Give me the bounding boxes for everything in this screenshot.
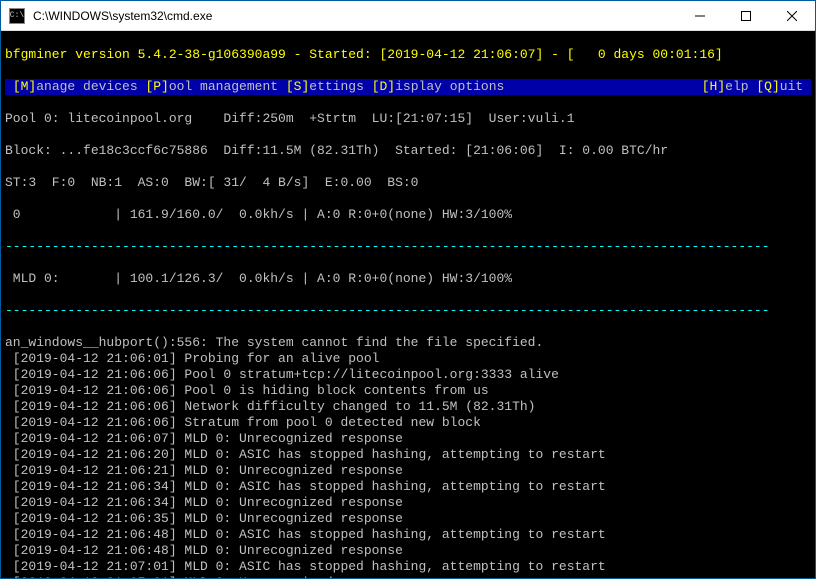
titlebar[interactable]: C:\ C:\WINDOWS\system32\cmd.exe — [1, 1, 815, 31]
cmd-icon: C:\ — [9, 8, 25, 24]
minimize-icon — [695, 11, 705, 21]
pool-status: Pool 0: litecoinpool.org Diff:250m +Strt… — [5, 111, 811, 127]
window-controls — [677, 1, 815, 30]
log-line: [2019-04-12 21:06:06] Stratum from pool … — [5, 415, 811, 431]
log-line: [2019-04-12 21:06:35] MLD 0: Unrecognize… — [5, 511, 811, 527]
minimize-button[interactable] — [677, 1, 723, 30]
log-line: [2019-04-12 21:06:06] Network difficulty… — [5, 399, 811, 415]
st-line: ST:3 F:0 NB:1 AS:0 BW:[ 31/ 4 B/s] E:0.0… — [5, 175, 811, 191]
divider: ----------------------------------------… — [5, 239, 811, 255]
log-lines: an_windows__hubport():556: The system ca… — [5, 335, 811, 578]
rate-line: 0 | 161.9/160.0/ 0.0kh/s | A:0 R:0+0(non… — [5, 207, 811, 223]
maximize-icon — [741, 11, 751, 21]
log-line: [2019-04-12 21:06:20] MLD 0: ASIC has st… — [5, 447, 811, 463]
log-line: [2019-04-12 21:06:06] Pool 0 stratum+tcp… — [5, 367, 811, 383]
log-line: [2019-04-12 21:06:06] Pool 0 is hiding b… — [5, 383, 811, 399]
log-line: [2019-04-12 21:06:07] MLD 0: Unrecognize… — [5, 431, 811, 447]
close-button[interactable] — [769, 1, 815, 30]
terminal-output[interactable]: bfgminer version 5.4.2-38-g106390a99 - S… — [1, 31, 815, 578]
log-line: [2019-04-12 21:06:01] Probing for an ali… — [5, 351, 811, 367]
log-line: [2019-04-12 21:06:48] MLD 0: ASIC has st… — [5, 527, 811, 543]
menu-bar[interactable]: [M]anage devices [P]ool management [S]et… — [5, 79, 811, 95]
maximize-button[interactable] — [723, 1, 769, 30]
cmd-window: C:\ C:\WINDOWS\system32\cmd.exe bfgminer… — [0, 0, 816, 579]
log-line: [2019-04-12 21:07:01] MLD 0: Unrecognize… — [5, 575, 811, 578]
mld-summary: MLD 0: | 100.1/126.3/ 0.0kh/s | A:0 R:0+… — [5, 271, 811, 287]
log-line: [2019-04-12 21:07:01] MLD 0: ASIC has st… — [5, 559, 811, 575]
log-line: [2019-04-12 21:06:21] MLD 0: Unrecognize… — [5, 463, 811, 479]
block-status: Block: ...fe18c3ccf6c75886 Diff:11.5M (8… — [5, 143, 811, 159]
close-icon — [787, 11, 797, 21]
log-line: an_windows__hubport():556: The system ca… — [5, 335, 811, 351]
log-line: [2019-04-12 21:06:34] MLD 0: ASIC has st… — [5, 479, 811, 495]
header-line: bfgminer version 5.4.2-38-g106390a99 - S… — [5, 47, 811, 63]
divider: ----------------------------------------… — [5, 303, 811, 319]
window-title: C:\WINDOWS\system32\cmd.exe — [31, 9, 677, 23]
log-line: [2019-04-12 21:06:34] MLD 0: Unrecognize… — [5, 495, 811, 511]
log-line: [2019-04-12 21:06:48] MLD 0: Unrecognize… — [5, 543, 811, 559]
